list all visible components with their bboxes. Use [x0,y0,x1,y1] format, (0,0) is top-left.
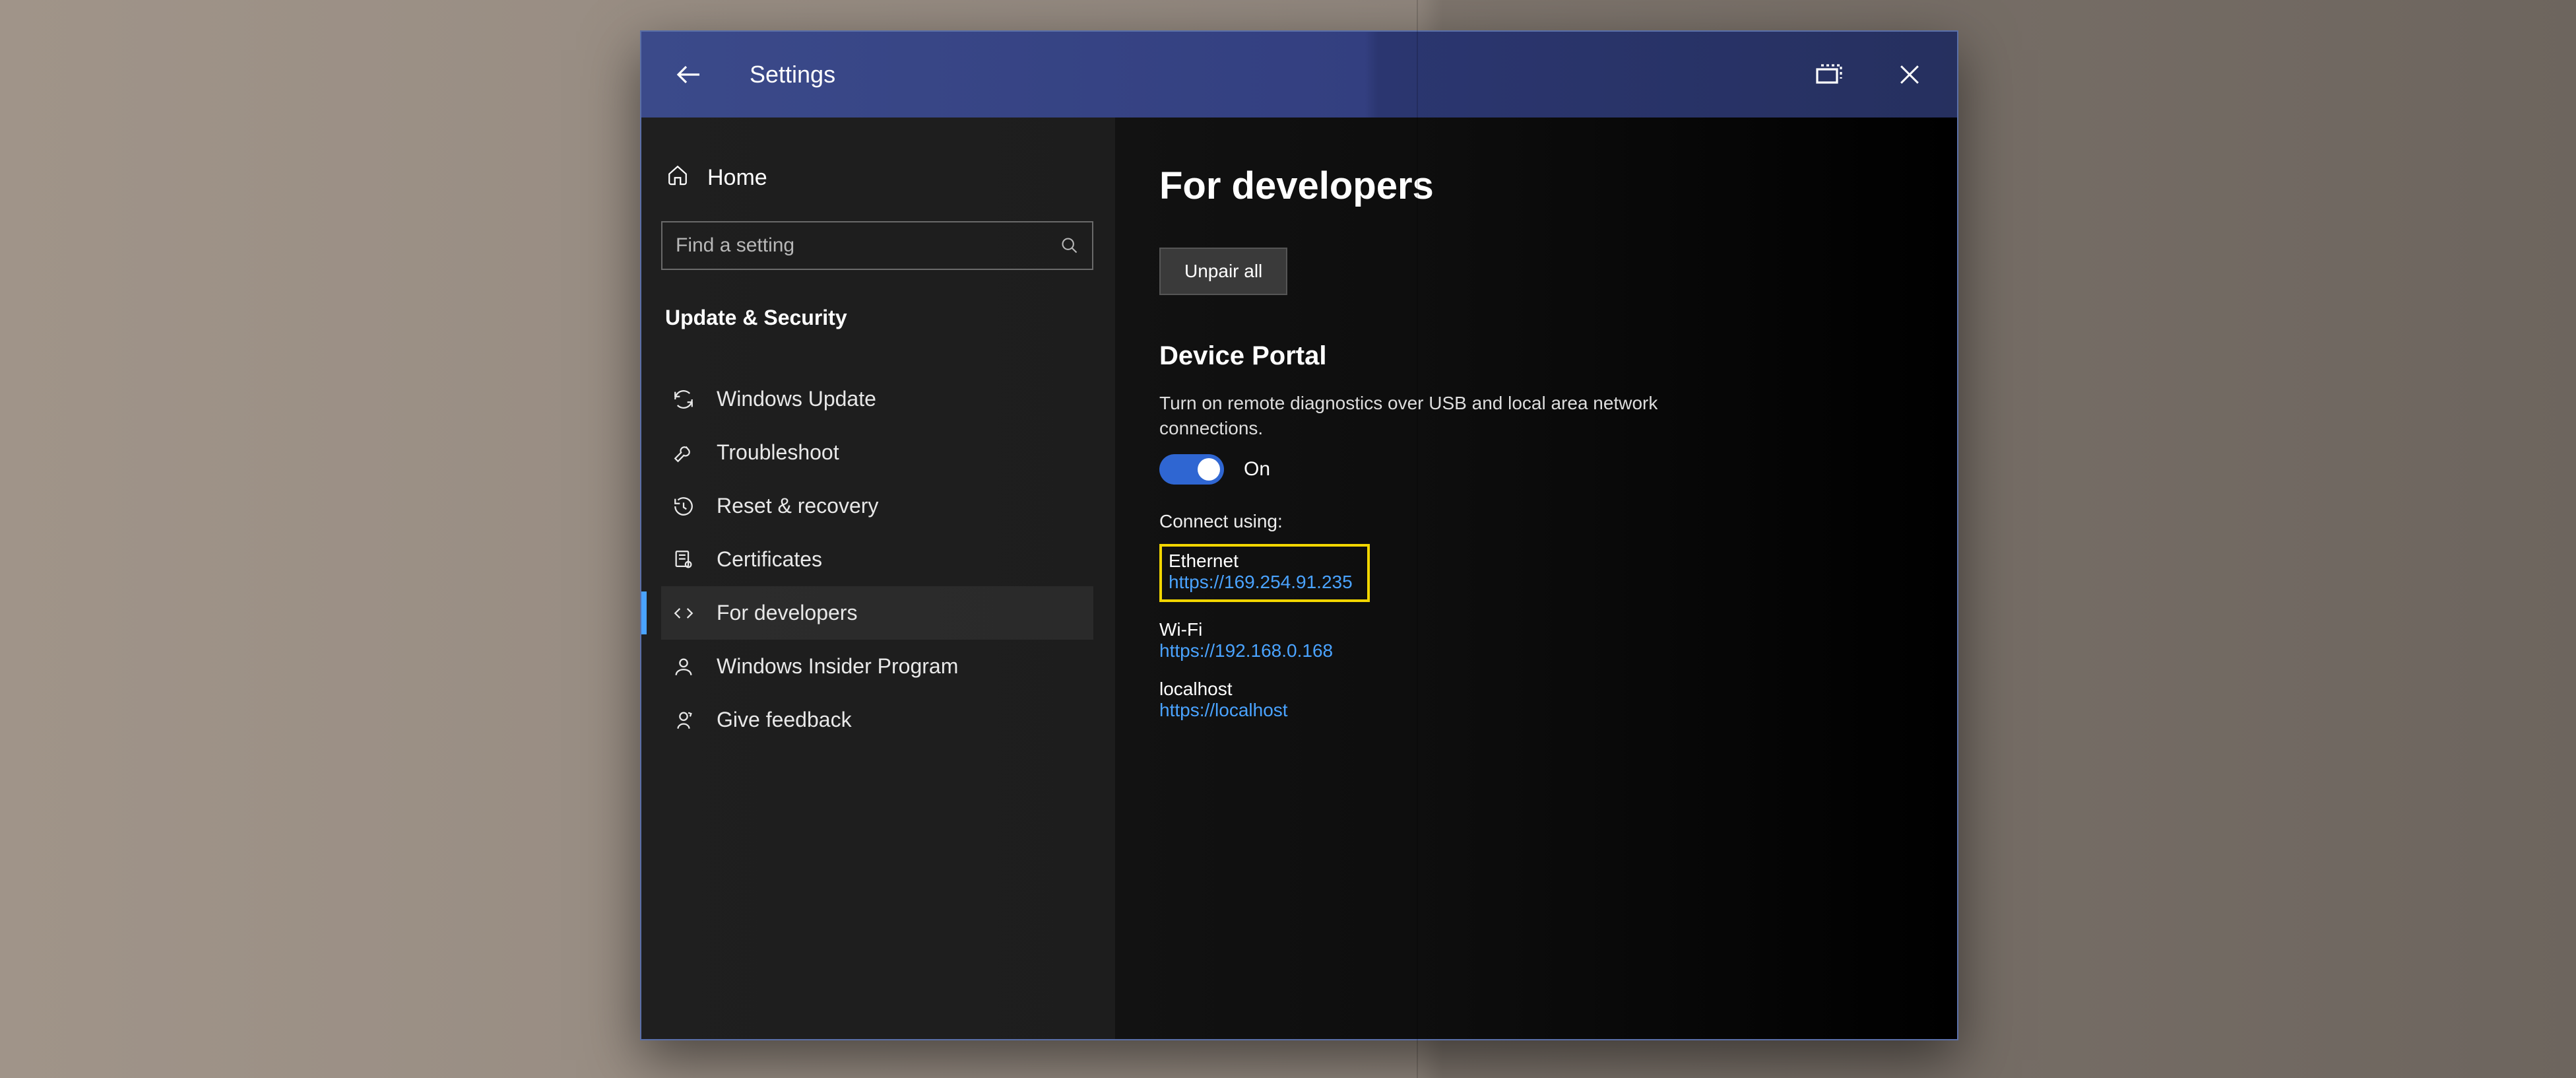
window-follow-icon [1812,59,1844,90]
back-arrow-icon [673,59,705,90]
feedback-icon [670,709,697,731]
sidebar: Home Find a setting Update & Security Wi… [641,118,1113,1039]
follow-me-button[interactable] [1807,53,1849,96]
connection-link-wifi[interactable]: https://192.168.0.168 [1159,640,1911,661]
connection-name: Ethernet [1169,551,1353,572]
sidebar-item-windows-update[interactable]: Windows Update [661,372,1093,426]
sidebar-item-label: Certificates [717,547,822,572]
sidebar-item-label: Windows Update [717,387,876,411]
search-input[interactable]: Find a setting [661,221,1093,270]
connection-ethernet: Ethernet https://169.254.91.235 [1159,544,1370,602]
connection-name: Wi-Fi [1159,619,1911,640]
sidebar-home[interactable]: Home [661,157,1093,199]
sidebar-item-certificates[interactable]: Certificates [661,533,1093,586]
sidebar-item-troubleshoot[interactable]: Troubleshoot [661,426,1093,479]
insider-icon [670,656,697,678]
window-controls [1807,53,1931,96]
close-icon [1895,60,1924,89]
toggle-state-label: On [1244,458,1270,481]
sidebar-item-for-developers[interactable]: For developers [661,586,1093,640]
sidebar-item-insider-program[interactable]: Windows Insider Program [661,640,1093,693]
sidebar-home-label: Home [707,165,767,191]
search-icon [1060,236,1079,255]
sidebar-section-label: Update & Security [661,306,1093,330]
search-placeholder: Find a setting [676,234,1060,257]
connection-name: localhost [1159,679,1911,700]
toggle-knob [1198,458,1220,481]
settings-window: Settings Home Find a setting Upd [640,30,1958,1040]
page-heading: For developers [1159,164,1911,208]
connection-localhost: localhost https://localhost [1159,679,1911,721]
connection-wifi: Wi-Fi https://192.168.0.168 [1159,619,1911,661]
titlebar: Settings [641,32,1957,118]
connection-link-localhost[interactable]: https://localhost [1159,700,1911,721]
back-button[interactable] [668,53,710,96]
sync-icon [670,388,697,411]
window-title: Settings [750,61,1807,88]
device-portal-description: Turn on remote diagnostics over USB and … [1159,391,1740,441]
connect-using-label: Connect using: [1159,511,1911,532]
unpair-all-button[interactable]: Unpair all [1159,248,1287,295]
device-portal-heading: Device Portal [1159,341,1911,371]
certificate-icon [670,549,697,571]
sidebar-item-give-feedback[interactable]: Give feedback [661,693,1093,747]
home-icon [666,164,689,192]
developers-icon [670,602,697,624]
sidebar-item-reset-recovery[interactable]: Reset & recovery [661,479,1093,533]
main-panel: For developers Unpair all Device Portal … [1113,118,1957,1039]
sidebar-item-label: Troubleshoot [717,440,839,465]
sidebar-nav: Windows Update Troubleshoot Reset & reco… [661,372,1093,747]
sidebar-item-label: Windows Insider Program [717,654,958,679]
window-body: Home Find a setting Update & Security Wi… [641,118,1957,1039]
device-portal-toggle-row: On [1159,454,1911,485]
sidebar-item-label: For developers [717,601,857,625]
sidebar-item-label: Give feedback [717,708,852,732]
history-icon [670,495,697,518]
sidebar-item-label: Reset & recovery [717,494,878,518]
device-portal-toggle[interactable] [1159,454,1224,485]
wrench-icon [670,442,697,464]
connection-link-ethernet[interactable]: https://169.254.91.235 [1169,572,1353,593]
close-button[interactable] [1888,53,1931,96]
